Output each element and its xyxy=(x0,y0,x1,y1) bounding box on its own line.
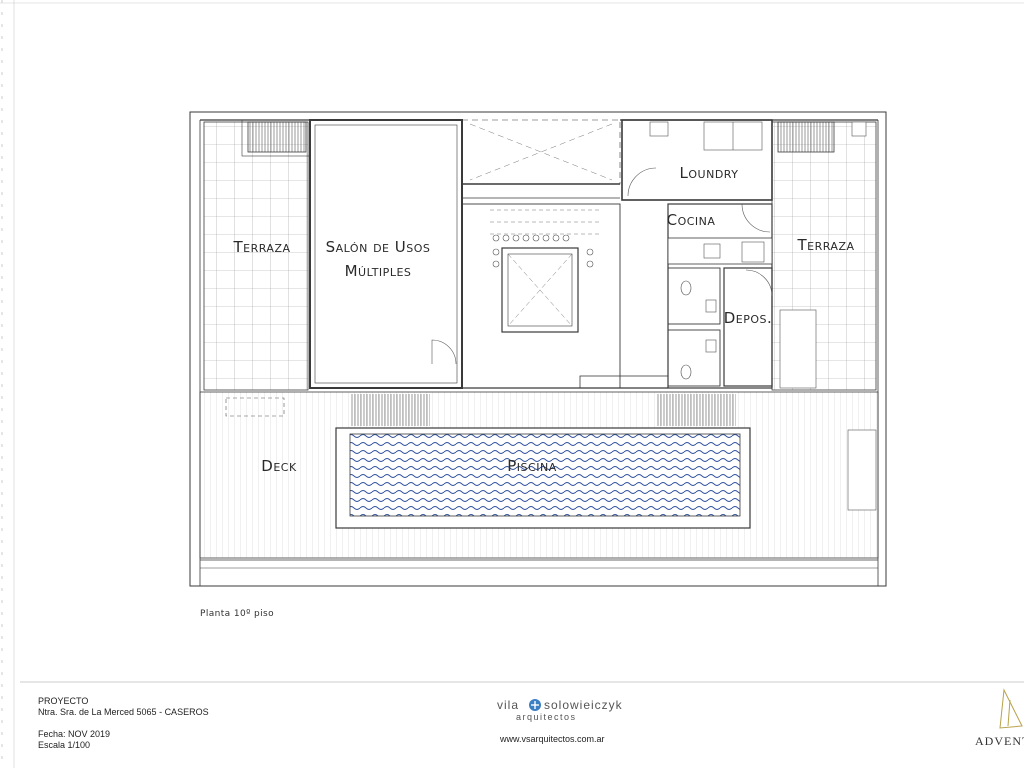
brand-url: www.vsarquitectos.com.ar xyxy=(500,734,605,744)
terrace-left-tiles xyxy=(203,121,309,391)
project-scale: Escala 1/100 xyxy=(38,740,91,750)
floor-plan-drawing: Terraza Salón de Usos Múltiples Loundry … xyxy=(0,0,1024,768)
void-opening xyxy=(461,119,621,185)
bathroom-1 xyxy=(667,267,721,325)
label-deck: Deck xyxy=(261,457,297,475)
label-terraza-right: Terraza xyxy=(796,236,854,254)
label-cocina: Cocina xyxy=(667,211,716,229)
deposit-room xyxy=(723,267,773,387)
label-depos: Depos. xyxy=(724,309,773,327)
partner-sail-logo xyxy=(999,688,1023,729)
label-terraza-left: Terraza xyxy=(232,238,290,256)
project-heading: PROYECTO xyxy=(38,696,89,706)
label-loundry: Loundry xyxy=(680,164,739,182)
brand-subtitle: arquitectos xyxy=(516,712,577,722)
laundry-room xyxy=(621,119,773,201)
partner-name: ADVENT xyxy=(975,734,1024,748)
label-salon-line1: Salón de Usos xyxy=(326,238,431,256)
pool-water xyxy=(349,433,741,517)
brand-name-right: solowieiczyk xyxy=(544,698,623,712)
plan-sheet: Terraza Salón de Usos Múltiples Loundry … xyxy=(0,0,1024,768)
stair-core xyxy=(461,203,621,389)
project-address: Ntra. Sra. de La Merced 5065 - CASEROS xyxy=(38,707,209,717)
brand-name-left: vila xyxy=(497,698,520,712)
label-salon-line2: Múltiples xyxy=(345,262,412,280)
label-piscina: Piscina xyxy=(507,457,556,475)
bathroom-2 xyxy=(667,329,721,387)
plan-caption: Planta 10º piso xyxy=(200,609,274,619)
project-date: Fecha: NOV 2019 xyxy=(38,729,111,739)
